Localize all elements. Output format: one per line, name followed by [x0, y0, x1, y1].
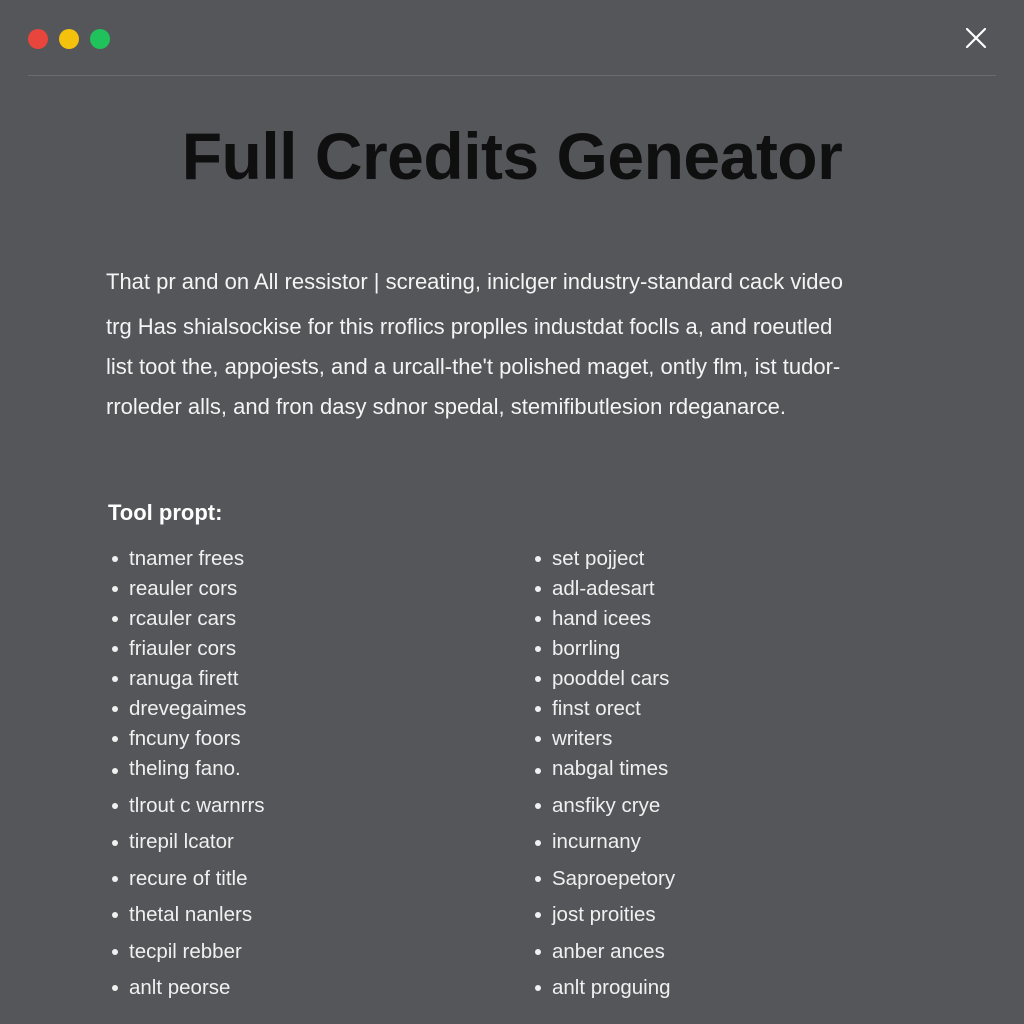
- list-item: ansfiky crye: [533, 788, 675, 824]
- list-item: tnamer frees: [110, 543, 265, 574]
- list-item: set pojject: [533, 543, 675, 574]
- list-item: tlrout c warnrrs: [110, 788, 265, 824]
- list-item: tirepil lcator: [110, 824, 265, 860]
- list-item: anber ances: [533, 934, 675, 970]
- list-item: finst orect: [533, 694, 675, 724]
- minimize-window-dot[interactable]: [59, 29, 79, 49]
- titlebar-divider: [28, 75, 996, 76]
- close-x-icon[interactable]: [964, 26, 988, 50]
- list-item: ranuga firett: [110, 664, 265, 694]
- list-item: drevegaimes: [110, 694, 265, 724]
- description-line: That pr and on All ressistor | screating…: [106, 269, 843, 294]
- list-item: reauler cors: [110, 574, 265, 604]
- description-line: list toot the, appojests, and a urcall-t…: [106, 354, 841, 379]
- list-item: pooddel cars: [533, 664, 675, 694]
- list-item: tecpil rebber: [110, 934, 265, 970]
- list-item: recure of title: [110, 861, 265, 897]
- list-item: anlt peorse: [110, 970, 265, 1006]
- list-item: Saproepetory: [533, 861, 675, 897]
- list-item: hand icees: [533, 604, 675, 634]
- page-title: Full Credits Geneator: [181, 119, 843, 193]
- list-item: theling fano.: [110, 754, 265, 788]
- list-item: anlt proguing: [533, 970, 675, 1006]
- list-item: friauler cors: [110, 634, 265, 664]
- list-item: rcauler cars: [110, 604, 265, 634]
- list-item: jost proities: [533, 897, 675, 933]
- list-item: writers: [533, 724, 675, 754]
- window-controls: [28, 29, 110, 49]
- window-titlebar: [0, 0, 1024, 76]
- tool-prompt-heading: Tool propt:: [108, 500, 223, 525]
- description-line: rroleder alls, and fron dasy sdnor speda…: [106, 394, 786, 419]
- close-window-dot[interactable]: [28, 29, 48, 49]
- maximize-window-dot[interactable]: [90, 29, 110, 49]
- list-item: fncuny foors: [110, 724, 265, 754]
- description-paragraph: That pr and on All ressistor | screating…: [106, 262, 926, 427]
- tool-prompt-list-left: tnamer frees reauler cors rcauler cars fria…: [110, 543, 265, 1006]
- list-item: adl-adesart: [533, 574, 675, 604]
- list-item: thetal nanlers: [110, 897, 265, 933]
- list-item: incurnany: [533, 824, 675, 860]
- list-item: borrling: [533, 634, 675, 664]
- description-line: trg Has shialsockise for this rroflics p…: [106, 314, 833, 339]
- tool-prompt-list-right: set pojject adl-adesart hand icees borrling…: [533, 543, 675, 1006]
- list-item: nabgal times: [533, 754, 675, 788]
